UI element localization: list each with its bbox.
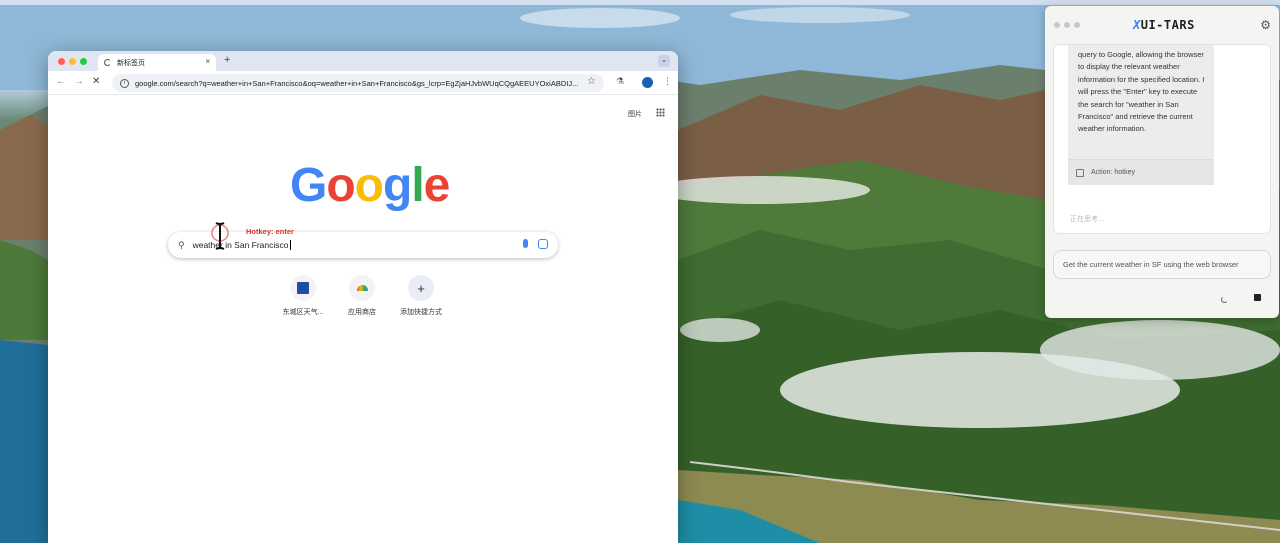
logo-letter: l bbox=[411, 159, 424, 212]
app-name: UI-TARS bbox=[1140, 18, 1195, 32]
labs-flask-icon[interactable]: ⚗ bbox=[616, 76, 624, 87]
url-text: google.com/search?q=weather+in+San+Franc… bbox=[135, 78, 579, 88]
chat-history[interactable]: query to Google, allowing the browser to… bbox=[1053, 44, 1271, 234]
profile-avatar[interactable] bbox=[642, 77, 653, 88]
window-controls bbox=[1054, 15, 1084, 33]
plus-icon: + bbox=[408, 275, 434, 301]
action-row: Action: hotkey bbox=[1068, 159, 1214, 185]
web-store-icon bbox=[356, 285, 368, 291]
text-caret bbox=[289, 240, 291, 250]
back-icon[interactable]: ← bbox=[56, 76, 66, 87]
gear-icon[interactable]: ⚙ bbox=[1260, 18, 1271, 32]
shortcut-label: 东城区天气... bbox=[282, 309, 324, 316]
shortcut-label: 添加快捷方式 bbox=[400, 309, 442, 316]
ui-tars-panel: XUI-TARS ⚙ query to Google, allowing the… bbox=[1045, 6, 1279, 318]
keyboard-icon bbox=[1076, 168, 1084, 177]
voice-search-icon[interactable] bbox=[523, 239, 528, 248]
logo-letter: G bbox=[290, 159, 327, 212]
more-menu-icon[interactable]: ⋮ bbox=[663, 76, 672, 87]
bookmark-star-icon[interactable]: ☆ bbox=[587, 76, 596, 87]
new-tab-page: 图片 Google ⚲ weather in San Francisco Hot… bbox=[48, 95, 678, 543]
logo-letter: e bbox=[423, 159, 451, 212]
lens-search-icon[interactable] bbox=[538, 239, 548, 249]
maximize-window-button[interactable] bbox=[80, 58, 87, 65]
logo-letter: g bbox=[383, 159, 412, 212]
address-bar[interactable]: i google.com/search?q=weather+in+San+Fra… bbox=[112, 74, 604, 92]
message-text: query to Google, allowing the browser to… bbox=[1078, 50, 1205, 134]
hotkey-annotation: Hotkey: enter bbox=[246, 227, 294, 236]
add-shortcut-tile[interactable]: + 添加快捷方式 bbox=[391, 275, 451, 317]
stop-button[interactable] bbox=[1254, 294, 1261, 301]
images-link[interactable]: 图片 bbox=[628, 109, 642, 119]
search-query-text: weather in San Francisco bbox=[192, 240, 289, 250]
loading-icon bbox=[104, 59, 111, 66]
browser-toolbar: ← → ✕ i google.com/search?q=weather+in+S… bbox=[48, 71, 678, 95]
logo-mark: X bbox=[1133, 18, 1141, 32]
shortcut-label: 应用商店 bbox=[348, 309, 376, 316]
new-tab-button[interactable]: + bbox=[224, 54, 230, 66]
tab-search-button[interactable]: ⌄ bbox=[658, 55, 670, 67]
search-icon: ⚲ bbox=[178, 239, 185, 250]
thinking-status: 正在思考... bbox=[1070, 216, 1104, 223]
tab-bar: 新标签页 × + ⌄ bbox=[48, 51, 678, 71]
action-label: Action: hotkey bbox=[1091, 169, 1135, 176]
google-apps-icon[interactable] bbox=[656, 108, 665, 117]
forward-icon[interactable]: → bbox=[74, 76, 84, 87]
tab-new-tab[interactable]: 新标签页 × bbox=[98, 54, 216, 71]
weather-site-icon bbox=[297, 282, 309, 294]
task-text: Get the current weather in SF using the … bbox=[1063, 260, 1239, 269]
shortcut-tile[interactable]: 应用商店 bbox=[332, 275, 392, 317]
logo-letter: o bbox=[354, 159, 384, 212]
shortcut-tile[interactable]: 东城区天气... bbox=[273, 275, 333, 317]
shortcut-favicon bbox=[349, 275, 375, 301]
task-input[interactable]: Get the current weather in SF using the … bbox=[1053, 250, 1271, 279]
minimize-window-button[interactable] bbox=[69, 58, 76, 65]
logo-letter: o bbox=[326, 159, 355, 212]
tab-title: 新标签页 bbox=[117, 59, 145, 67]
tab-close-icon[interactable]: × bbox=[205, 57, 210, 66]
stop-loading-icon[interactable]: ✕ bbox=[92, 76, 100, 87]
site-info-icon[interactable]: i bbox=[120, 78, 129, 88]
google-logo: Google bbox=[290, 158, 451, 213]
assistant-message: query to Google, allowing the browser to… bbox=[1068, 45, 1214, 185]
i-beam-cursor-icon bbox=[211, 222, 229, 250]
menu-bar bbox=[0, 0, 1280, 5]
loading-spinner-icon bbox=[1221, 296, 1228, 303]
shortcut-favicon bbox=[290, 275, 316, 301]
app-title: XUI-TARS bbox=[1133, 18, 1195, 32]
browser-window: 新标签页 × + ⌄ ← → ✕ i google.com/search?q=w… bbox=[48, 51, 678, 543]
close-window-button[interactable] bbox=[58, 58, 65, 65]
